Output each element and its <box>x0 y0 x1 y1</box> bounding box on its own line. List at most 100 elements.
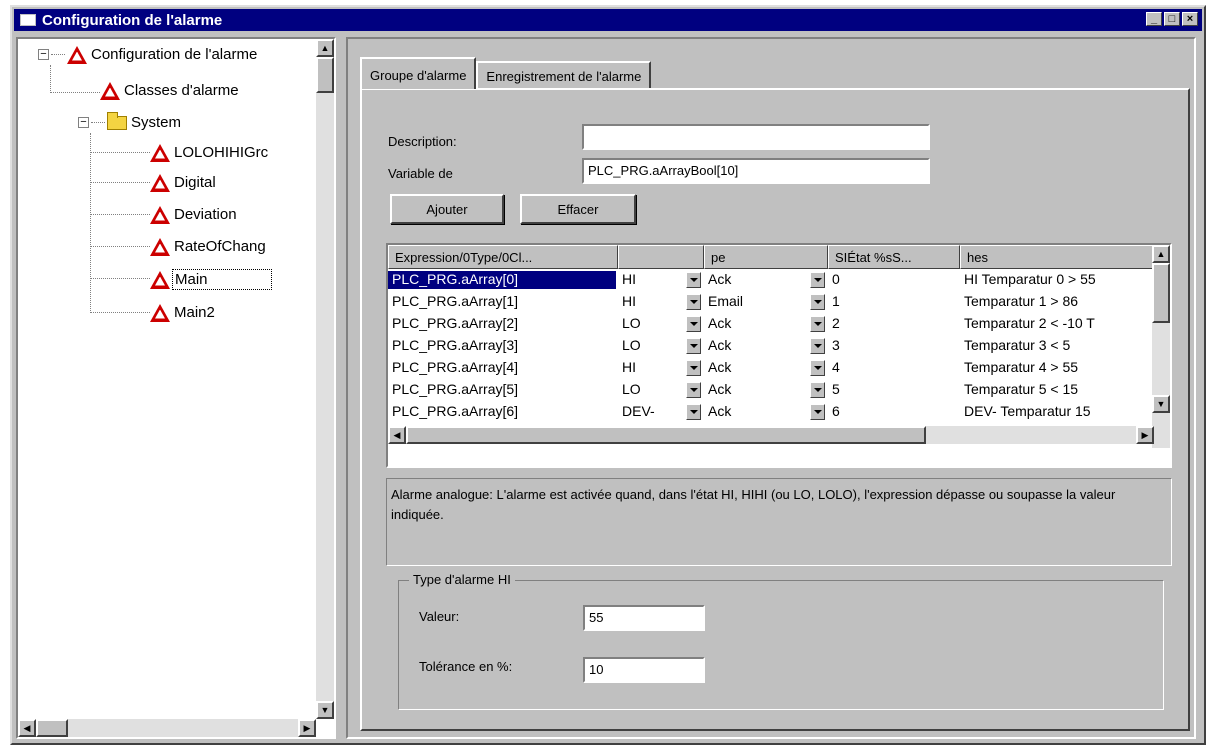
table-cell[interactable]: PLC_PRG.aArray[5] <box>388 381 616 399</box>
value-field[interactable]: 55 <box>583 605 705 631</box>
tab-alarm-recording[interactable]: Enregistrement de l'alarme <box>476 61 652 89</box>
dropdown-arrow-icon[interactable] <box>810 316 825 332</box>
tree-item-group[interactable]: Digital <box>150 173 218 192</box>
table-cell[interactable]: LO <box>618 315 688 333</box>
table-cell[interactable]: Ack <box>704 403 812 421</box>
scroll-left-icon[interactable]: ◀ <box>388 426 406 444</box>
table-cell[interactable]: LO <box>618 381 688 399</box>
dropdown-arrow-icon[interactable] <box>810 272 825 288</box>
dropdown-arrow-icon[interactable] <box>810 382 825 398</box>
close-button[interactable]: × <box>1182 12 1198 26</box>
table-cell[interactable]: PLC_PRG.aArray[4] <box>388 359 616 377</box>
dropdown-arrow-icon[interactable] <box>686 382 701 398</box>
table-cell[interactable]: Ack <box>704 359 812 377</box>
scroll-right-icon[interactable]: ▶ <box>298 719 316 737</box>
tree-item-group[interactable]: LOLOHIHIGrc <box>150 143 270 162</box>
dropdown-arrow-icon[interactable] <box>810 294 825 310</box>
table-cell[interactable]: PLC_PRG.aArray[6] <box>388 403 616 421</box>
tree-item-group[interactable]: Deviation <box>150 205 239 224</box>
maximize-button[interactable]: □ <box>1164 12 1180 26</box>
table-cell[interactable]: Ack <box>704 337 812 355</box>
column-header[interactable] <box>618 245 704 269</box>
table-cell[interactable]: PLC_PRG.aArray[2] <box>388 315 616 333</box>
table-cell[interactable]: DEV- Temparatur 15 <box>960 403 1136 421</box>
table-row[interactable]: PLC_PRG.aArray[0] HI Ack 0 HI Temparatur 0 >… <box>388 271 1154 289</box>
scroll-thumb[interactable] <box>36 719 68 737</box>
table-row[interactable]: PLC_PRG.aArray[3] LO Ack 3 Temparatur 3 < 5 <box>388 337 1154 355</box>
dropdown-arrow-icon[interactable] <box>810 404 825 420</box>
table-cell[interactable]: Ack <box>704 381 812 399</box>
table-row[interactable]: PLC_PRG.aArray[1] HI Email 1 Temparatur 1 > … <box>388 293 1154 311</box>
table-cell[interactable]: 6 <box>828 403 958 421</box>
minimize-button[interactable]: _ <box>1146 12 1162 26</box>
table-cell[interactable]: HI Temparatur 0 > 55 <box>960 271 1136 289</box>
scroll-thumb[interactable] <box>1152 263 1170 323</box>
table-cell[interactable]: 5 <box>828 381 958 399</box>
tree-item-group[interactable]: Main2 <box>150 303 217 322</box>
dropdown-arrow-icon[interactable] <box>686 360 701 376</box>
add-button[interactable]: Ajouter <box>390 194 504 224</box>
scroll-thumb[interactable] <box>316 57 334 93</box>
tree-item-main-selected[interactable]: Main <box>150 269 272 290</box>
table-cell[interactable]: 2 <box>828 315 958 333</box>
tree-vertical-scrollbar[interactable]: ▲ ▼ <box>316 39 334 719</box>
description-field[interactable] <box>582 124 930 150</box>
tree-horizontal-scrollbar[interactable]: ◀ ▶ <box>18 719 316 737</box>
table-cell[interactable]: 1 <box>828 293 958 311</box>
table-row[interactable]: PLC_PRG.aArray[4] HI Ack 4 Temparatur 4 > 55 <box>388 359 1154 377</box>
table-cell[interactable]: PLC_PRG.aArray[1] <box>388 293 616 311</box>
tree-item-system[interactable]: − System <box>78 111 183 132</box>
column-header[interactable]: pe <box>704 245 828 269</box>
table-cell[interactable]: Temparatur 5 < 15 <box>960 381 1136 399</box>
table-cell[interactable]: Ack <box>704 271 812 289</box>
table-row[interactable]: PLC_PRG.aArray[5] LO Ack 5 Temparatur 5 < 15 <box>388 381 1154 399</box>
variable-field[interactable]: PLC_PRG.aArrayBool[10] <box>582 158 930 184</box>
table-row[interactable]: PLC_PRG.aArray[2] LO Ack 2 Temparatur 2 < -1… <box>388 315 1154 333</box>
title-bar[interactable]: Configuration de l'alarme _ □ × <box>14 9 1202 31</box>
dropdown-arrow-icon[interactable] <box>686 316 701 332</box>
scroll-up-icon[interactable]: ▲ <box>316 39 334 57</box>
table-cell[interactable]: Email <box>704 293 812 311</box>
column-header[interactable]: Expression/0Type/0Cl... <box>388 245 618 269</box>
scroll-down-icon[interactable]: ▼ <box>1152 395 1170 413</box>
dropdown-arrow-icon[interactable] <box>686 338 701 354</box>
table-cell[interactable]: HI <box>618 359 688 377</box>
scroll-up-icon[interactable]: ▲ <box>1152 245 1170 263</box>
table-cell[interactable]: LO <box>618 337 688 355</box>
dropdown-arrow-icon[interactable] <box>686 294 701 310</box>
tree-item-root[interactable]: − Configuration de l'alarme <box>38 45 259 64</box>
scroll-thumb[interactable] <box>406 426 926 444</box>
table-cell[interactable]: 3 <box>828 337 958 355</box>
dropdown-arrow-icon[interactable] <box>686 404 701 420</box>
table-cell[interactable]: HI <box>618 271 688 289</box>
delete-button[interactable]: Effacer <box>520 194 636 224</box>
collapse-icon[interactable]: − <box>78 117 89 128</box>
tab-alarm-group[interactable]: Groupe d'alarme <box>360 57 477 89</box>
dropdown-arrow-icon[interactable] <box>686 272 701 288</box>
table-cell[interactable]: Temparatur 2 < -10 T <box>960 315 1136 333</box>
table-cell[interactable]: DEV- <box>618 403 688 421</box>
column-header[interactable]: hes <box>960 245 1154 269</box>
dropdown-arrow-icon[interactable] <box>810 360 825 376</box>
tolerance-field[interactable]: 10 <box>583 657 705 683</box>
table-vertical-scrollbar[interactable]: ▲ ▼ <box>1152 245 1170 448</box>
column-header[interactable]: SIÉtat %sS... <box>828 245 960 269</box>
table-cell[interactable]: 0 <box>828 271 958 289</box>
table-cell[interactable]: PLC_PRG.aArray[3] <box>388 337 616 355</box>
table-cell[interactable]: Ack <box>704 315 812 333</box>
table-row[interactable]: PLC_PRG.aArray[6] DEV- Ack 6 DEV- Temparatur… <box>388 403 1154 421</box>
scroll-right-icon[interactable]: ▶ <box>1136 426 1154 444</box>
tree-item-group[interactable]: RateOfChang <box>150 237 268 256</box>
tree-item-classes[interactable]: Classes d'alarme <box>100 81 241 100</box>
table-cell[interactable]: PLC_PRG.aArray[0] <box>388 271 616 289</box>
table-cell[interactable]: HI <box>618 293 688 311</box>
dropdown-arrow-icon[interactable] <box>810 338 825 354</box>
table-cell[interactable]: Temparatur 3 < 5 <box>960 337 1136 355</box>
table-cell[interactable]: Temparatur 1 > 86 <box>960 293 1136 311</box>
table-horizontal-scrollbar[interactable]: ◀ ▶ <box>388 426 1154 444</box>
table-cell[interactable]: 4 <box>828 359 958 377</box>
collapse-icon[interactable]: − <box>38 49 49 60</box>
table-cell[interactable]: Temparatur 4 > 55 <box>960 359 1136 377</box>
scroll-left-icon[interactable]: ◀ <box>18 719 36 737</box>
scroll-down-icon[interactable]: ▼ <box>316 701 334 719</box>
